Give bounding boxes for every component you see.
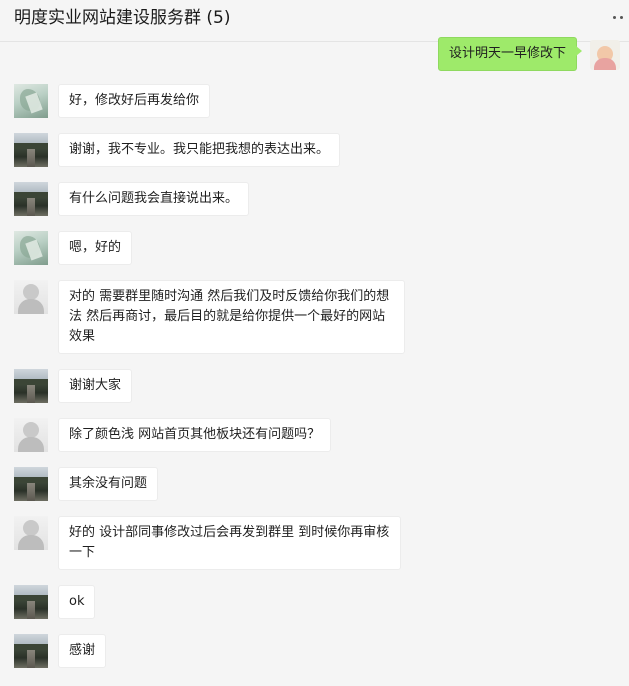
message-bubble[interactable]: 除了颜色浅 网站首页其他板块还有问题吗？ bbox=[58, 418, 332, 452]
message-bubble[interactable]: 有什么问题我会直接说出来。 bbox=[58, 182, 250, 216]
message-bubble[interactable]: 其余没有问题 bbox=[58, 467, 159, 501]
message-bubble[interactable]: 感谢 bbox=[58, 634, 107, 668]
message-bubble[interactable]: 好，修改好后再发给你 bbox=[58, 84, 211, 118]
avatar[interactable] bbox=[14, 280, 48, 314]
chat-header: 明度实业网站建设服务群 (5) bbox=[0, 0, 629, 42]
message-bubble[interactable]: 谢谢大家 bbox=[58, 369, 133, 403]
message-bubble[interactable]: 对的 需要群里随时沟通 然后我们及时反馈给你我们的想法 然后再商讨，最后目的就是… bbox=[58, 280, 405, 354]
message-bubble-self[interactable]: 设计明天一早修改下 bbox=[437, 37, 583, 71]
message-bubble[interactable]: ok bbox=[58, 585, 96, 619]
more-options-icon[interactable] bbox=[609, 4, 627, 30]
message-bubble[interactable]: 嗯，好的 bbox=[58, 231, 133, 265]
avatar[interactable] bbox=[14, 182, 48, 216]
message-bubble[interactable]: 谢谢，我不专业。我只能把我想的表达出来。 bbox=[58, 133, 341, 167]
avatar[interactable] bbox=[14, 585, 48, 619]
avatar[interactable] bbox=[14, 516, 48, 550]
avatar[interactable] bbox=[14, 467, 48, 501]
avatar[interactable] bbox=[14, 84, 48, 118]
avatar[interactable] bbox=[14, 369, 48, 403]
group-title: 明度实业网站建设服务群 (5) bbox=[14, 8, 231, 28]
message-bubble[interactable]: 好的 设计部同事修改过后会再发到群里 到时候你再审核一下 bbox=[58, 516, 401, 570]
avatar[interactable] bbox=[14, 418, 48, 452]
avatar-self[interactable] bbox=[590, 40, 620, 70]
avatar[interactable] bbox=[14, 133, 48, 167]
avatar[interactable] bbox=[14, 231, 48, 265]
avatar[interactable] bbox=[14, 634, 48, 668]
